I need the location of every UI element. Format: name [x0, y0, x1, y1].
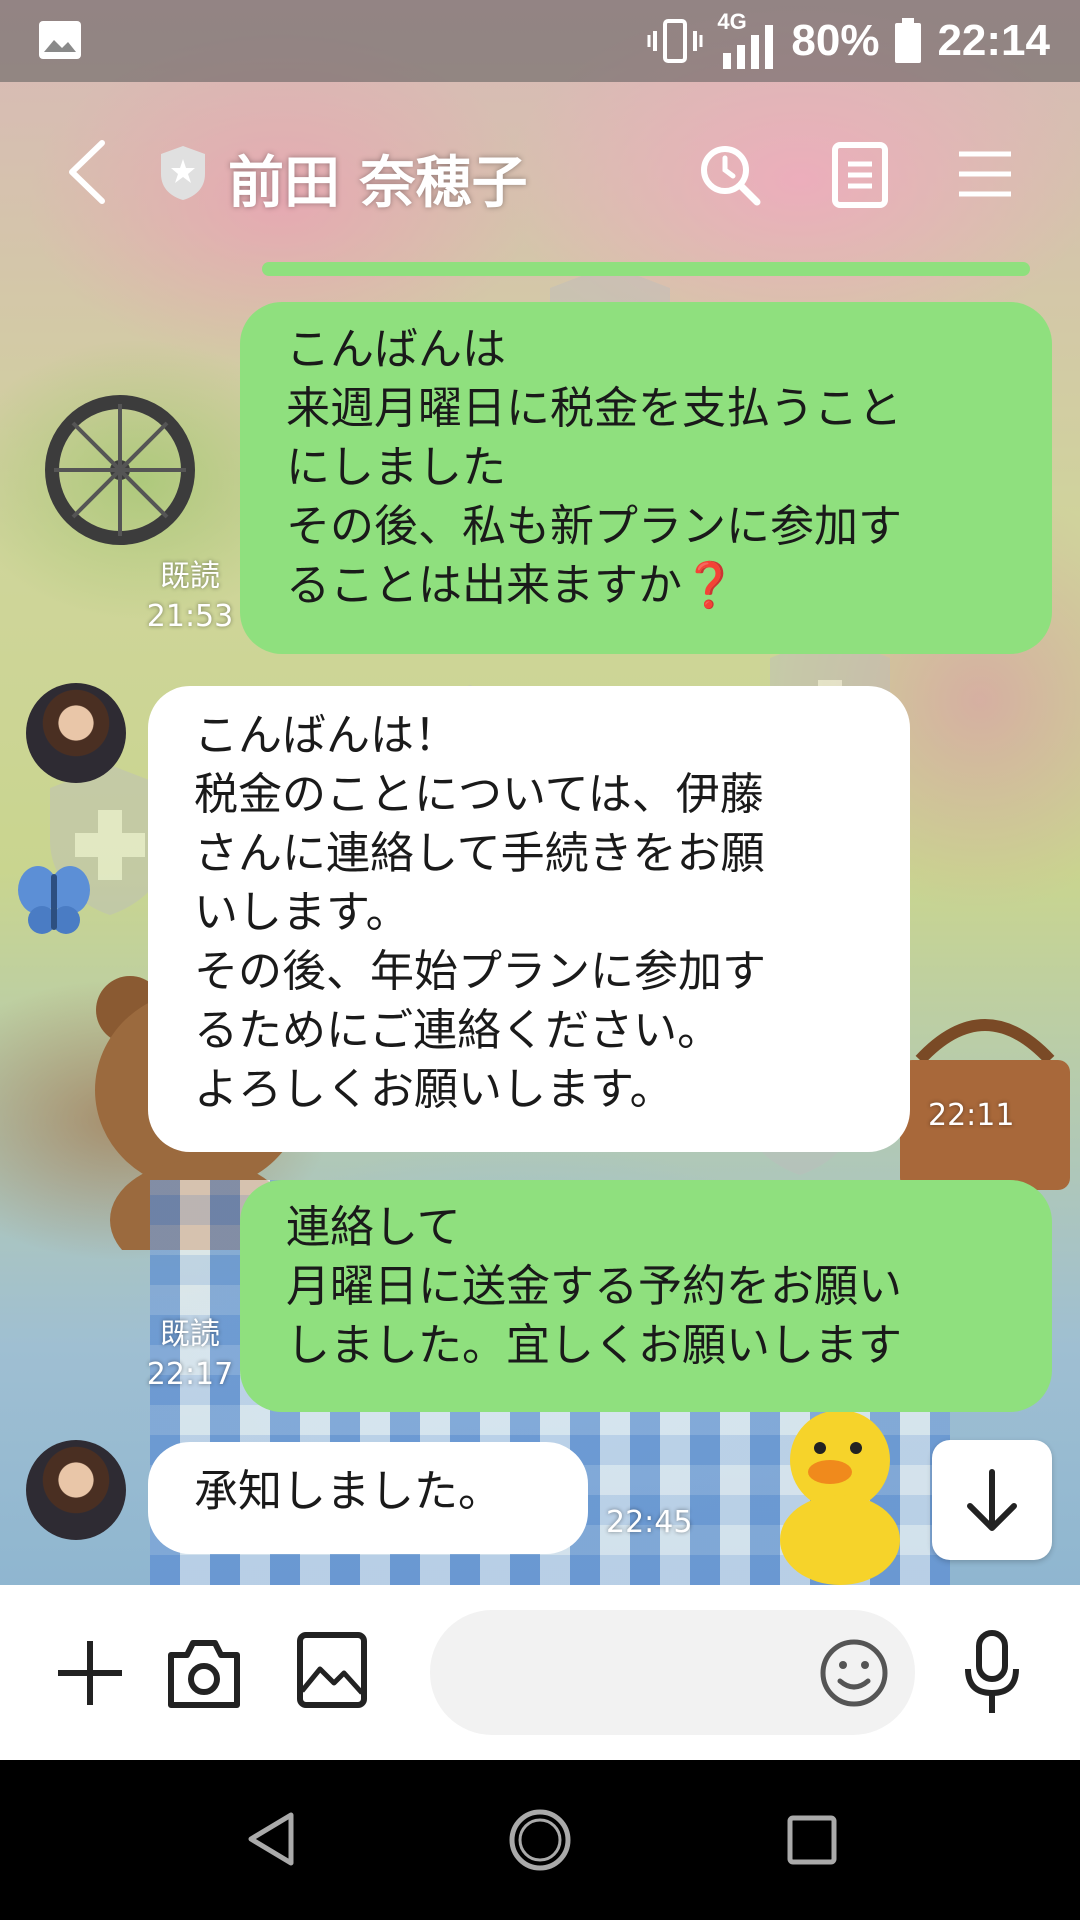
battery-percent: 80%	[791, 16, 880, 65]
message-time: 22:11	[928, 1098, 1015, 1133]
system-nav-bar	[0, 1760, 1080, 1920]
shield-star-icon	[161, 146, 205, 200]
chat-header: 前田 奈穂子	[0, 82, 1080, 262]
vibrate-icon	[647, 19, 703, 63]
image-icon[interactable]	[296, 1631, 368, 1709]
chevron-left-icon[interactable]	[60, 137, 120, 207]
notes-icon[interactable]	[830, 140, 890, 210]
butterfly-illustration	[18, 866, 90, 934]
message-text: こんばんは！ 税金のことについては、伊藤 さんに連絡して手続きをお願 いします。…	[194, 710, 766, 1115]
message-meta: 既読 22:17	[130, 1315, 250, 1395]
circle-home-icon[interactable]	[508, 1808, 572, 1872]
smiley-icon[interactable]	[818, 1637, 890, 1709]
read-receipt: 既読	[160, 1317, 220, 1352]
hamburger-menu-icon[interactable]	[955, 144, 1015, 204]
scroll-to-bottom-button[interactable]	[932, 1440, 1052, 1560]
message-time: 22:45	[606, 1505, 693, 1540]
read-receipt: 既読	[160, 559, 220, 594]
battery-icon	[895, 18, 922, 63]
triangle-back-icon[interactable]	[245, 1810, 297, 1868]
message-bubble-outgoing[interactable]: 連絡して 月曜日に送金する予約をお願い しました。宜しくお願いします	[240, 1180, 1052, 1412]
message-bubble-outgoing[interactable]: こんばんは 来週月曜日に税金を支払うこと にしました その後、私も新プランに参加…	[240, 302, 1052, 654]
message-input-bar	[0, 1585, 1080, 1760]
message-meta: 既読 21:53	[130, 557, 250, 637]
search-icon[interactable]	[695, 140, 765, 210]
chat-title[interactable]: 前田 奈穂子	[228, 138, 528, 219]
bicycle-illustration	[45, 395, 195, 545]
arrow-down-icon	[967, 1469, 1017, 1531]
message-time: 22:17	[146, 1357, 234, 1392]
duck-illustration	[780, 1410, 900, 1585]
message-text: 連絡して 月曜日に送金する予約をお願い しました。宜しくお願いします	[286, 1202, 902, 1371]
message-text: 承知しました。	[194, 1466, 502, 1517]
message-bubble-incoming[interactable]: こんばんは！ 税金のことについては、伊藤 さんに連絡して手続きをお願 いします。…	[148, 686, 910, 1152]
plus-icon[interactable]	[52, 1635, 128, 1711]
previous-bubble-edge	[262, 262, 1030, 276]
signal-icon: 4G	[717, 9, 777, 69]
square-recents-icon[interactable]	[786, 1814, 838, 1866]
avatar[interactable]	[26, 683, 126, 783]
avatar[interactable]	[26, 1440, 126, 1540]
status-bar: 4G 80% 22:14	[0, 0, 1080, 82]
clock: 22:14	[937, 16, 1050, 65]
image-icon	[39, 21, 81, 59]
camera-icon[interactable]	[165, 1633, 243, 1713]
message-time: 21:53	[146, 599, 234, 634]
message-text: こんばんは 来週月曜日に税金を支払うこと にしました その後、私も新プランに参加…	[286, 324, 902, 611]
microphone-icon[interactable]	[962, 1629, 1022, 1719]
message-bubble-incoming[interactable]: 承知しました。	[148, 1442, 588, 1554]
